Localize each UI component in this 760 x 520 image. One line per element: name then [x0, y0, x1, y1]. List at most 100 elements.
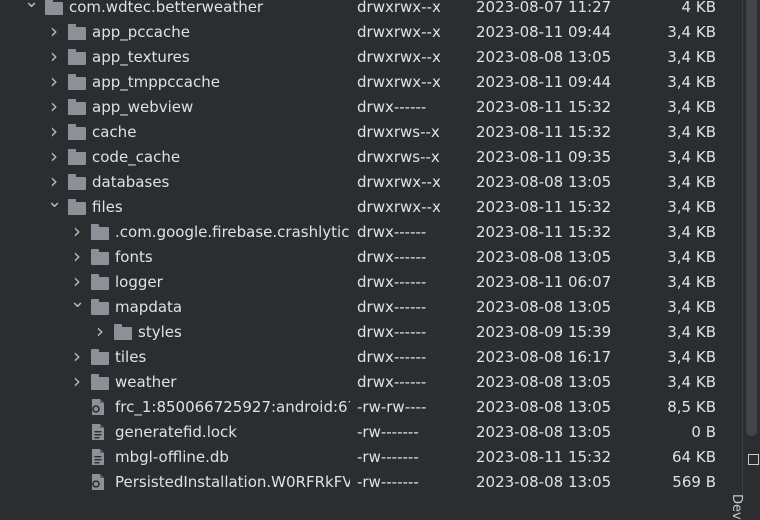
- folder-row[interactable]: › .com.google.firebase.crashlytics.fil drw…: [0, 220, 742, 245]
- folder-icon: [91, 249, 109, 265]
- folder-icon: [45, 0, 63, 15]
- modified-date: 2023-08-08 13:05: [476, 173, 612, 191]
- permissions: -rw-------: [357, 448, 419, 466]
- folder-row[interactable]: › weather drwx------ 2023-08-08 13:05 3,4 KB: [0, 370, 742, 395]
- permissions: drwx------: [357, 373, 427, 391]
- file-size: 0 B: [691, 423, 716, 441]
- folder-row[interactable]: › app_textures drwxrwx--x 2023-08-08 13:05 3…: [0, 45, 742, 70]
- folder-row[interactable]: › tiles drwx------ 2023-08-08 16:17 3,4 KB: [0, 345, 742, 370]
- modified-date: 2023-08-11 06:07: [476, 273, 612, 291]
- permissions: drwx------: [357, 248, 427, 266]
- permissions: drwxrwx--x: [357, 198, 441, 216]
- folder-row[interactable]: › app_webview drwx------ 2023-08-11 15:32 3,…: [0, 95, 742, 120]
- modified-date: 2023-08-11 15:32: [476, 198, 612, 216]
- permissions: drwxrws--x: [357, 123, 440, 141]
- permissions: -rw-rw----: [357, 398, 427, 416]
- folder-row[interactable]: › cache drwxrws--x 2023-08-11 15:32 3,4 KB: [0, 120, 742, 145]
- tool-window-icon: [748, 454, 759, 465]
- folder-row[interactable]: › databases drwxrwx--x 2023-08-08 13:05 3,4 …: [0, 170, 742, 195]
- file-row[interactable]: frc_1:850066725927:android:67f5 -rw-rw---…: [0, 395, 742, 420]
- folder-row[interactable]: › fonts drwx------ 2023-08-08 13:05 3,4 KB: [0, 245, 742, 270]
- modified-date: 2023-08-08 13:05: [476, 423, 612, 441]
- chevron-down-icon[interactable]: ⌄: [70, 293, 85, 320]
- file-name: fonts: [115, 248, 153, 266]
- file-size: 3,4 KB: [667, 198, 716, 216]
- folder-row[interactable]: ⌄ com.wdtec.betterweather drwxrwx--x 2023-0…: [0, 0, 742, 20]
- chevron-right-icon[interactable]: ›: [47, 120, 61, 145]
- file-name: code_cache: [92, 148, 181, 166]
- file-name: logger: [115, 273, 163, 291]
- file-size: 569 B: [672, 473, 716, 491]
- folder-row[interactable]: › app_tmppccache drwxrwx--x 2023-08-11 09:4…: [0, 70, 742, 95]
- modified-date: 2023-08-11 09:35: [476, 148, 612, 166]
- folder-icon: [68, 174, 86, 190]
- folder-row[interactable]: ⌄ mapdata drwx------ 2023-08-08 13:05 3,4 KB: [0, 293, 742, 320]
- permissions: drwxrwx--x: [357, 73, 441, 91]
- file-size: 8,5 KB: [667, 398, 716, 416]
- chevron-down-icon[interactable]: ⌄: [24, 0, 39, 20]
- modified-date: 2023-08-08 16:17: [476, 348, 612, 366]
- scrollbar-thumb[interactable]: [746, 0, 757, 436]
- file-name: cache: [92, 123, 137, 141]
- vertical-scrollbar[interactable]: [742, 0, 760, 500]
- file-size: 64 KB: [672, 448, 716, 466]
- file-size: 3,4 KB: [667, 373, 716, 391]
- modified-date: 2023-08-11 15:32: [476, 448, 612, 466]
- chevron-right-icon[interactable]: ›: [93, 320, 107, 345]
- text-file-icon: [91, 423, 105, 441]
- file-name: app_webview: [92, 98, 194, 116]
- folder-icon: [68, 199, 86, 215]
- modified-date: 2023-08-11 15:32: [476, 98, 612, 116]
- chevron-right-icon[interactable]: ›: [70, 245, 84, 270]
- file-name: frc_1:850066725927:android:67f5: [115, 398, 350, 416]
- file-name: .com.google.firebase.crashlytics.fil: [115, 223, 350, 241]
- permissions: drwx------: [357, 223, 427, 241]
- file-row[interactable]: generatefid.lock -rw------- 2023-08-08 13:…: [0, 420, 742, 445]
- file-size: 3,4 KB: [667, 123, 716, 141]
- file-size: 3,4 KB: [667, 323, 716, 341]
- device-explorer-side-tab[interactable]: Dev: [729, 446, 760, 520]
- file-row[interactable]: mbgl-offline.db -rw------- 2023-08-11 15:3…: [0, 445, 742, 470]
- folder-icon: [114, 324, 132, 340]
- file-name: databases: [92, 173, 170, 191]
- permissions: drwx------: [357, 348, 427, 366]
- folder-icon: [68, 24, 86, 40]
- modified-date: 2023-08-08 13:05: [476, 373, 612, 391]
- modified-date: 2023-08-08 13:05: [476, 473, 612, 491]
- chevron-right-icon[interactable]: ›: [47, 20, 61, 45]
- file-name: mbgl-offline.db: [115, 448, 229, 466]
- chevron-right-icon[interactable]: ›: [47, 145, 61, 170]
- chevron-right-icon[interactable]: ›: [70, 220, 84, 245]
- chevron-right-icon[interactable]: ›: [70, 345, 84, 370]
- permissions: -rw-------: [357, 473, 419, 491]
- folder-row[interactable]: › styles drwx------ 2023-08-09 15:39 3,4 KB: [0, 320, 742, 345]
- chevron-right-icon[interactable]: ›: [70, 370, 84, 395]
- folder-icon: [91, 374, 109, 390]
- folder-row[interactable]: › code_cache drwxrws--x 2023-08-11 09:35 3,4…: [0, 145, 742, 170]
- file-size: 3,4 KB: [667, 98, 716, 116]
- file-name: weather: [115, 373, 177, 391]
- chevron-right-icon[interactable]: ›: [47, 95, 61, 120]
- file-size: 3,4 KB: [667, 148, 716, 166]
- file-name: app_textures: [92, 48, 190, 66]
- file-name: files: [92, 198, 123, 216]
- permissions: drwx------: [357, 298, 427, 316]
- chevron-right-icon[interactable]: ›: [47, 45, 61, 70]
- modified-date: 2023-08-11 15:32: [476, 123, 612, 141]
- chevron-down-icon[interactable]: ⌄: [47, 193, 62, 220]
- folder-icon: [91, 349, 109, 365]
- folder-icon: [91, 299, 109, 315]
- permissions: drwxrwx--x: [357, 48, 441, 66]
- folder-row[interactable]: › app_pccache drwxrwx--x 2023-08-11 09:44 3,…: [0, 20, 742, 45]
- config-file-icon: [91, 473, 105, 491]
- chevron-right-icon[interactable]: ›: [47, 70, 61, 95]
- modified-date: 2023-08-08 13:05: [476, 48, 612, 66]
- file-size: 3,4 KB: [667, 223, 716, 241]
- file-size: 3,4 KB: [667, 48, 716, 66]
- permissions: drwxrwx--x: [357, 0, 441, 16]
- file-name: PersistedInstallation.W0RFRkFVTF: [115, 473, 350, 491]
- file-row[interactable]: PersistedInstallation.W0RFRkFVTF -rw-----…: [0, 470, 742, 495]
- folder-row[interactable]: ⌄ files drwxrwx--x 2023-08-11 15:32 3,4 KB: [0, 193, 742, 220]
- folder-row[interactable]: › logger drwx------ 2023-08-11 06:07 3,4 KB: [0, 270, 742, 295]
- modified-date: 2023-08-09 15:39: [476, 323, 612, 341]
